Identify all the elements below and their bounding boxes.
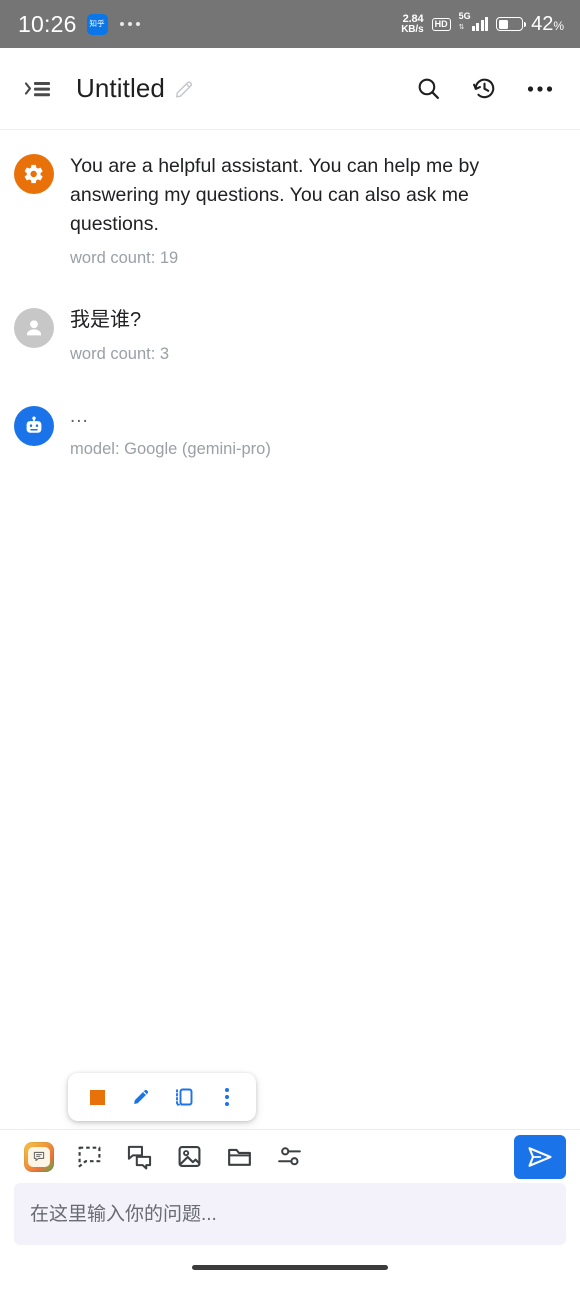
status-clock: 10:26 — [18, 10, 77, 37]
message-input[interactable]: 在这里输入你的问题... — [14, 1183, 566, 1245]
composer-toolbar — [0, 1129, 580, 1183]
chat-message-user[interactable]: 我是谁? word count: 3 — [0, 306, 580, 364]
avatar-system — [14, 154, 54, 194]
folder-icon — [227, 1148, 251, 1166]
message-model-label: model: Google (gemini-pro) — [70, 440, 271, 458]
edit-message-button[interactable] — [124, 1080, 158, 1114]
search-icon[interactable] — [406, 67, 450, 111]
cellular-signal-icon: 5G ⇅ — [458, 11, 489, 31]
message-input-placeholder: 在这里输入你的问题... — [30, 1204, 217, 1225]
battery-percent: 42% — [531, 13, 564, 36]
app-bar: Untitled — [0, 48, 580, 130]
settings-button[interactable] — [264, 1135, 314, 1179]
stop-generation-button[interactable] — [81, 1080, 115, 1114]
app-bar-actions — [406, 67, 562, 111]
signal-bars-icon — [471, 17, 489, 31]
chat-message-assistant[interactable]: ... model: Google (gemini-pro) — [0, 404, 580, 459]
message-body: ... model: Google (gemini-pro) — [70, 404, 562, 459]
message-loading-dots: ... — [70, 406, 89, 427]
stop-square-icon — [90, 1089, 105, 1105]
message-meta: word count: 3 — [70, 345, 170, 363]
phone-screen: 10:26 知乎 2.84 KB/s HD 5G ⇅ 42% Untitled … — [0, 0, 580, 1289]
data-activity-arrows-icon: ⇅ — [458, 24, 465, 31]
app-logo-button[interactable] — [14, 1135, 64, 1179]
more-vertical-icon — [224, 1088, 229, 1106]
status-bar-left: 10:26 知乎 — [18, 11, 140, 38]
message-text: You are a helpful assistant. You can hel… — [70, 155, 480, 235]
avatar-user — [14, 308, 54, 348]
settings-sliders-icon — [277, 1147, 301, 1166]
message-body: 我是谁? word count: 3 — [70, 306, 562, 364]
avatar-assistant — [14, 406, 54, 446]
duplicate-message-button[interactable] — [167, 1080, 201, 1114]
notification-overflow-dots-icon — [119, 22, 140, 26]
battery-percent-symbol: % — [553, 18, 564, 33]
dashed-speech-bubble-icon — [78, 1146, 100, 1168]
network-speed-value: 2.84 — [402, 12, 424, 25]
network-speed-indicator: 2.84 KB/s — [401, 12, 424, 35]
notification-app-badge-label: 知乎 — [89, 19, 105, 28]
message-text: 我是谁? — [70, 309, 142, 331]
battery-percent-value: 42 — [531, 12, 554, 35]
conversations-button[interactable] — [114, 1135, 164, 1179]
sidebar-menu-icon[interactable] — [16, 67, 60, 111]
new-prompt-button[interactable] — [64, 1135, 114, 1179]
system-navigation-bar — [0, 1245, 580, 1289]
status-bar: 10:26 知乎 2.84 KB/s HD 5G ⇅ 42% — [0, 0, 580, 48]
chat-message-list[interactable]: You are a helpful assistant. You can hel… — [0, 130, 580, 1129]
more-options-icon[interactable] — [518, 67, 562, 111]
composer-area: 在这里输入你的问题... — [0, 1129, 580, 1289]
message-input-row: 在这里输入你的问题... — [0, 1183, 580, 1245]
multi-chat-icon — [127, 1145, 151, 1170]
history-icon[interactable] — [462, 67, 506, 111]
chat-message-system[interactable]: You are a helpful assistant. You can hel… — [0, 152, 580, 268]
hd-voice-icon: HD — [431, 17, 451, 31]
send-button[interactable] — [514, 1134, 566, 1179]
floating-action-toolbar[interactable] — [68, 1073, 256, 1121]
message-body: You are a helpful assistant. You can hel… — [70, 152, 562, 268]
app-logo-icon — [24, 1141, 54, 1172]
page-title[interactable]: Untitled — [76, 73, 165, 104]
attach-image-button[interactable] — [164, 1135, 214, 1179]
send-icon — [528, 1146, 552, 1167]
title-edit-pencil-icon[interactable] — [173, 78, 195, 100]
network-type-label: 5G — [458, 11, 471, 21]
network-speed-unit: KB/s — [401, 23, 424, 35]
image-icon — [178, 1145, 200, 1168]
message-more-options-button[interactable] — [210, 1080, 244, 1114]
battery-icon — [496, 17, 527, 31]
open-folder-button[interactable] — [214, 1135, 264, 1179]
status-bar-right: 2.84 KB/s HD 5G ⇅ 42% — [401, 11, 564, 36]
message-meta: word count: 19 — [70, 249, 179, 267]
notification-app-badge-icon: 知乎 — [86, 13, 108, 35]
home-gesture-pill[interactable] — [192, 1264, 388, 1270]
